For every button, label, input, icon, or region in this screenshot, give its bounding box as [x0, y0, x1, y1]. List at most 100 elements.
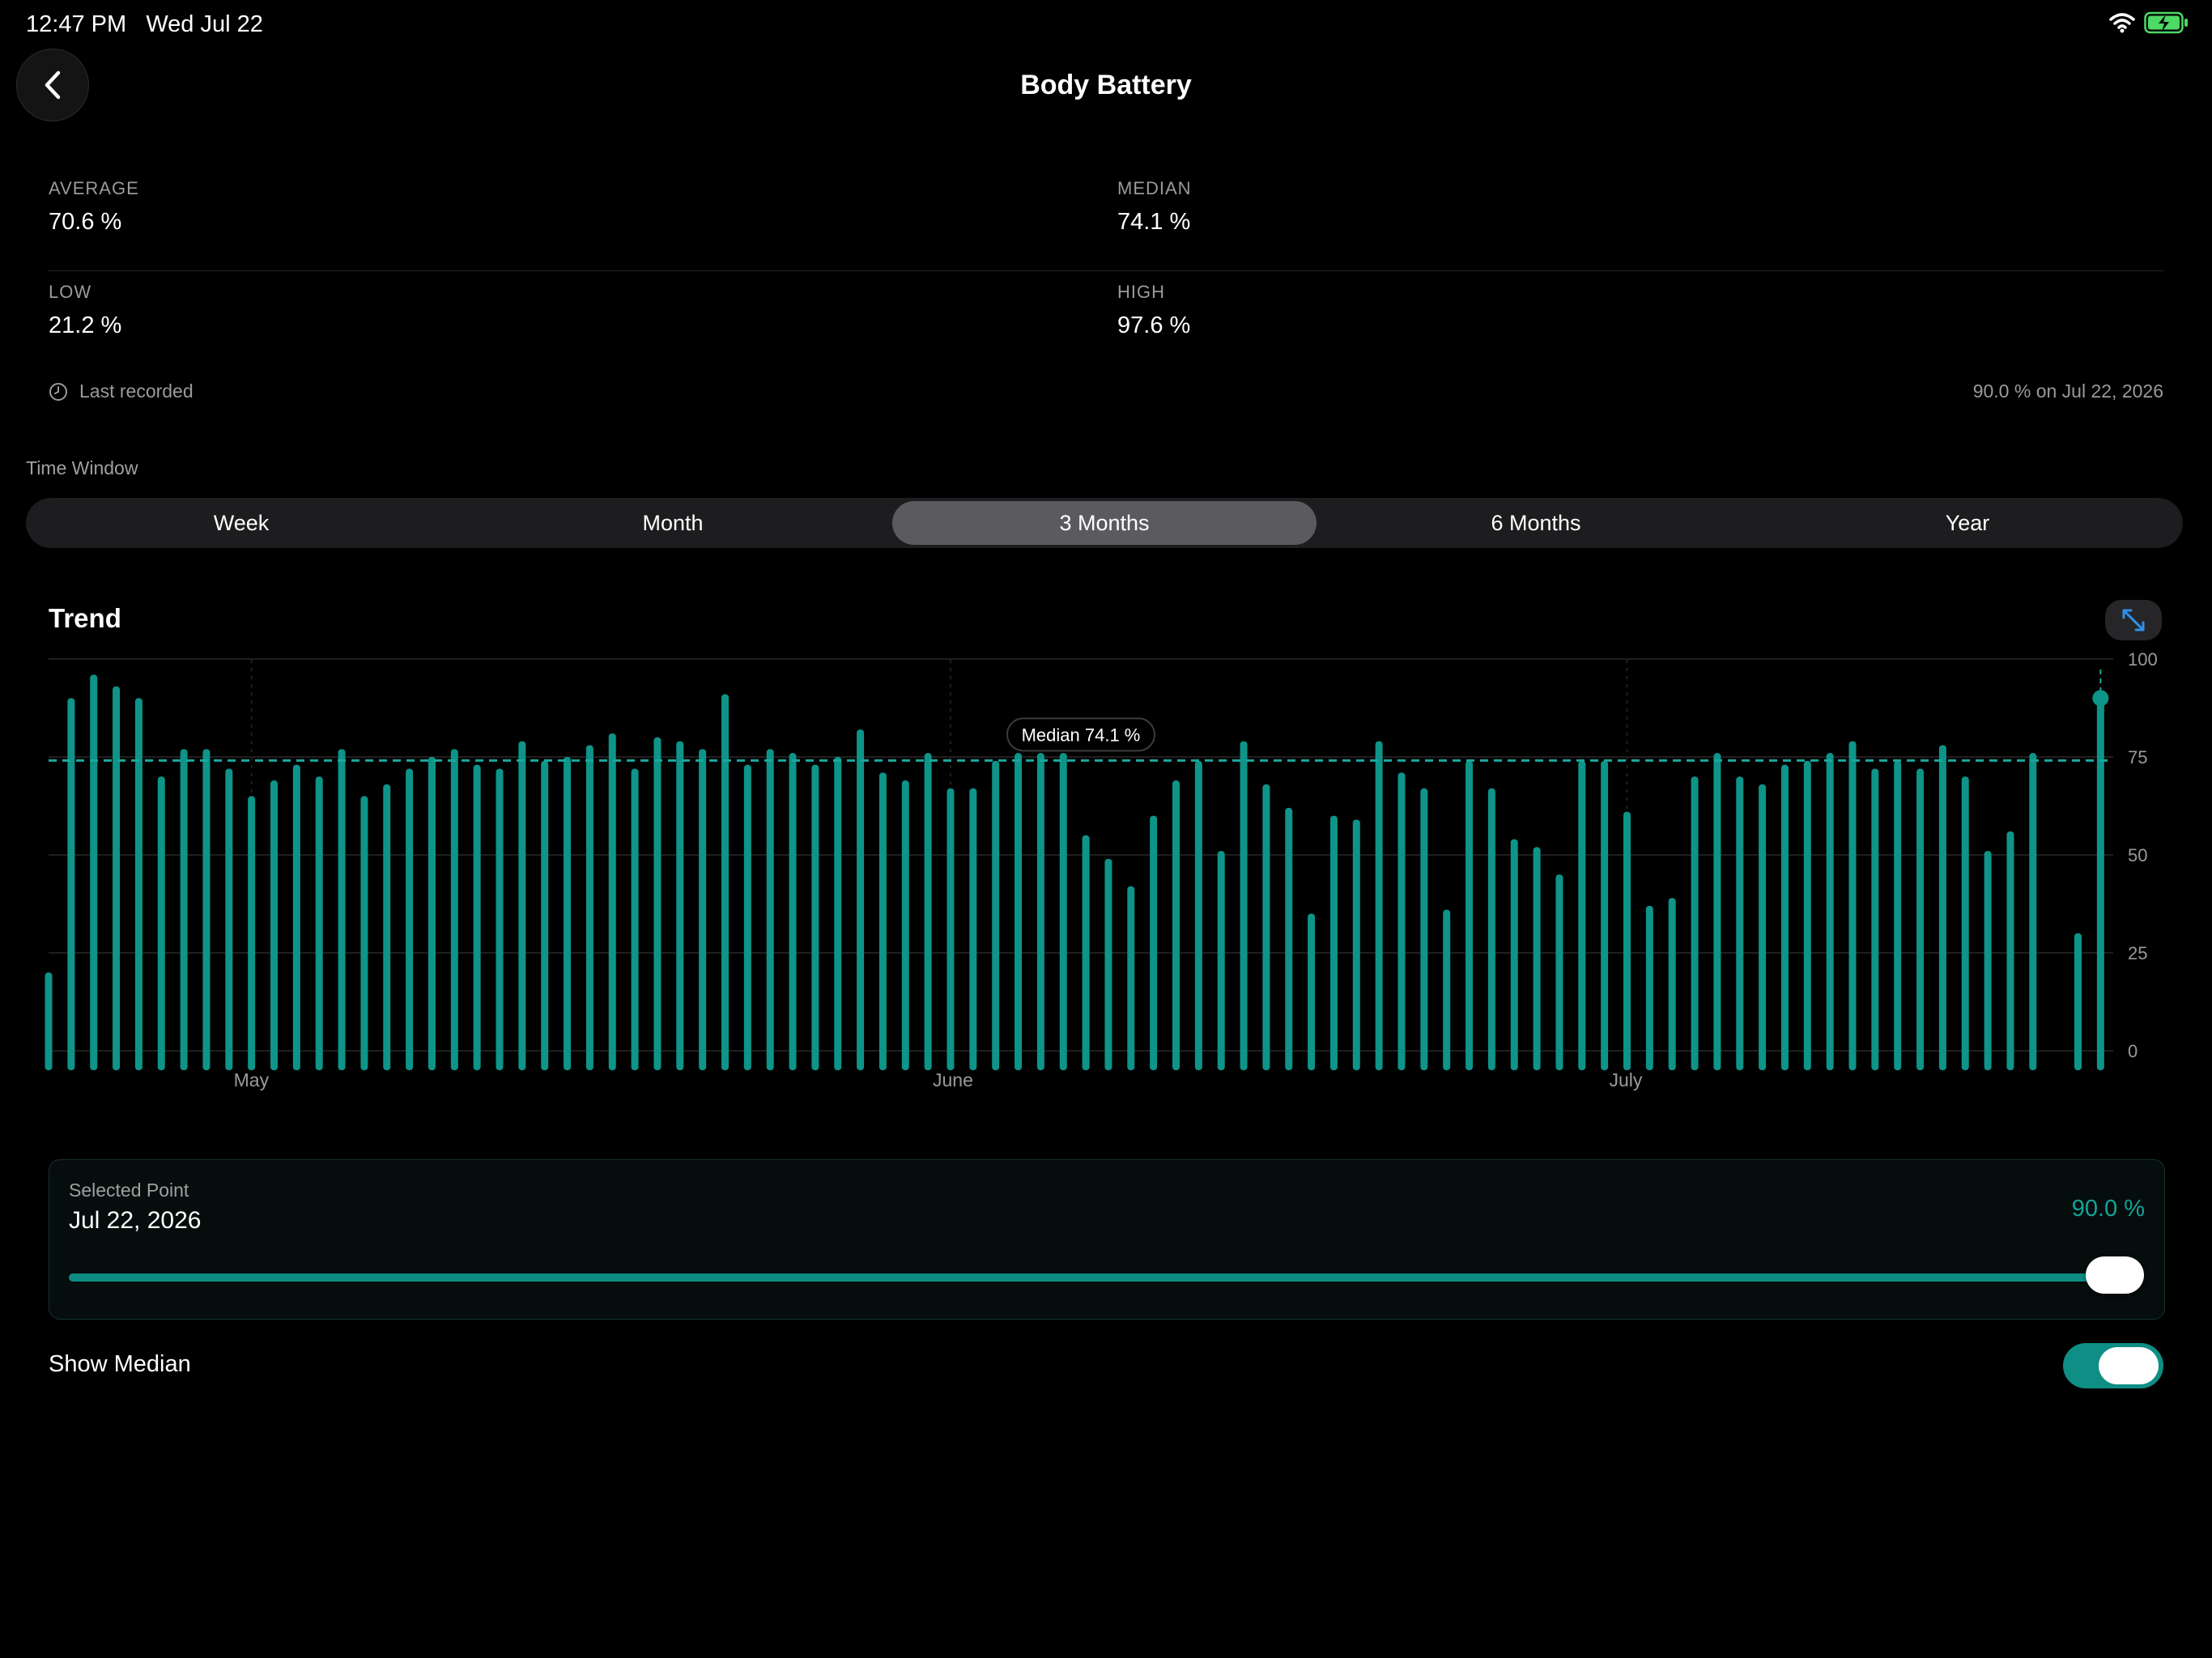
- bar[interactable]: [1443, 909, 1451, 1070]
- bar[interactable]: [1645, 905, 1653, 1070]
- bar[interactable]: [406, 768, 414, 1070]
- trend-chart[interactable]: 100 75 50 25 0 May June July Median 74.1 %: [0, 648, 2212, 1101]
- segment-6-months[interactable]: 6 Months: [1324, 501, 1748, 545]
- bar[interactable]: [1420, 788, 1428, 1070]
- bar[interactable]: [1984, 851, 1992, 1070]
- bar[interactable]: [743, 764, 751, 1070]
- bar[interactable]: [1397, 772, 1406, 1070]
- bar[interactable]: [1510, 839, 1518, 1070]
- bar[interactable]: [834, 757, 842, 1070]
- bar[interactable]: [1668, 898, 1676, 1070]
- bar[interactable]: [1601, 760, 1609, 1070]
- bar[interactable]: [473, 764, 481, 1070]
- bar[interactable]: [1848, 741, 1857, 1070]
- bar[interactable]: [631, 768, 639, 1070]
- bar[interactable]: [1759, 784, 1767, 1070]
- bar[interactable]: [1487, 788, 1495, 1070]
- bar[interactable]: [1172, 780, 1180, 1070]
- bar[interactable]: [315, 776, 323, 1070]
- bar[interactable]: [1036, 753, 1044, 1070]
- bar[interactable]: [1082, 835, 1090, 1070]
- bar[interactable]: [2029, 753, 2037, 1070]
- bar[interactable]: [90, 674, 98, 1070]
- bar[interactable]: [1015, 753, 1023, 1070]
- bar[interactable]: [585, 745, 593, 1070]
- bar[interactable]: [1465, 760, 1474, 1070]
- bar[interactable]: [1713, 753, 1721, 1070]
- bar[interactable]: [113, 686, 121, 1070]
- bar[interactable]: [811, 764, 819, 1070]
- bar[interactable]: [969, 788, 977, 1070]
- bar[interactable]: [450, 749, 458, 1070]
- bar[interactable]: [1217, 851, 1225, 1070]
- bar[interactable]: [383, 784, 391, 1070]
- bar[interactable]: [157, 776, 165, 1070]
- bar[interactable]: [338, 749, 346, 1070]
- bar[interactable]: [496, 768, 504, 1070]
- bar[interactable]: [901, 780, 909, 1070]
- bar[interactable]: [1104, 858, 1112, 1070]
- bar[interactable]: [1262, 784, 1270, 1070]
- point-slider-track[interactable]: [69, 1273, 2101, 1282]
- bar[interactable]: [67, 698, 75, 1070]
- bar[interactable]: [225, 768, 233, 1070]
- bar[interactable]: [1375, 741, 1383, 1070]
- bar[interactable]: [1059, 753, 1067, 1070]
- bar[interactable]: [857, 729, 865, 1070]
- bar[interactable]: [1623, 811, 1631, 1070]
- bar[interactable]: [202, 749, 211, 1070]
- bar[interactable]: [1691, 776, 1699, 1070]
- bar[interactable]: [1916, 768, 1925, 1070]
- bar[interactable]: [1736, 776, 1744, 1070]
- bar[interactable]: [1240, 741, 1248, 1070]
- bar[interactable]: [1127, 886, 1135, 1070]
- bar[interactable]: [1285, 807, 1293, 1070]
- bar[interactable]: [946, 788, 955, 1070]
- bar[interactable]: [2074, 933, 2082, 1070]
- bar[interactable]: [428, 757, 436, 1070]
- bar[interactable]: [1329, 815, 1338, 1070]
- bar[interactable]: [789, 753, 797, 1070]
- bar[interactable]: [721, 694, 729, 1070]
- bar[interactable]: [1150, 815, 1158, 1070]
- bar[interactable]: [1533, 847, 1541, 1070]
- bar[interactable]: [1308, 913, 1316, 1070]
- bar[interactable]: [1578, 760, 1586, 1070]
- bar[interactable]: [360, 796, 368, 1070]
- bar[interactable]: [1938, 745, 1946, 1070]
- bar[interactable]: [292, 764, 300, 1070]
- bar[interactable]: [1803, 760, 1811, 1070]
- bar[interactable]: [766, 749, 774, 1070]
- bar[interactable]: [2006, 831, 2014, 1070]
- bar[interactable]: [541, 760, 549, 1070]
- expand-chart-button[interactable]: [2105, 600, 2162, 640]
- bar[interactable]: [134, 698, 143, 1070]
- bar[interactable]: [924, 753, 932, 1070]
- segment-year[interactable]: Year: [1755, 501, 2180, 545]
- bar[interactable]: [1961, 776, 1969, 1070]
- bar[interactable]: [180, 749, 188, 1070]
- point-slider-thumb[interactable]: [2086, 1256, 2144, 1294]
- segment-month[interactable]: Month: [461, 501, 885, 545]
- bar[interactable]: [608, 733, 616, 1070]
- bar[interactable]: [2096, 698, 2104, 1070]
- bar[interactable]: [248, 796, 256, 1070]
- selected-point-dot[interactable]: [2092, 690, 2109, 707]
- bar[interactable]: [1352, 819, 1360, 1070]
- bar[interactable]: [564, 757, 572, 1070]
- bar[interactable]: [699, 749, 707, 1070]
- bar[interactable]: [1826, 753, 1834, 1070]
- segment-week[interactable]: Week: [29, 501, 453, 545]
- segment-3-months[interactable]: 3 Months: [892, 501, 1317, 545]
- bar[interactable]: [1780, 764, 1789, 1070]
- bar[interactable]: [1894, 760, 1902, 1070]
- bar[interactable]: [270, 780, 278, 1070]
- bar[interactable]: [1194, 760, 1202, 1070]
- bar[interactable]: [992, 760, 1000, 1070]
- bar[interactable]: [878, 772, 887, 1070]
- bar[interactable]: [1871, 768, 1879, 1070]
- bar[interactable]: [653, 737, 661, 1070]
- bar[interactable]: [676, 741, 684, 1070]
- show-median-toggle[interactable]: [2063, 1343, 2163, 1388]
- bar[interactable]: [1555, 874, 1563, 1070]
